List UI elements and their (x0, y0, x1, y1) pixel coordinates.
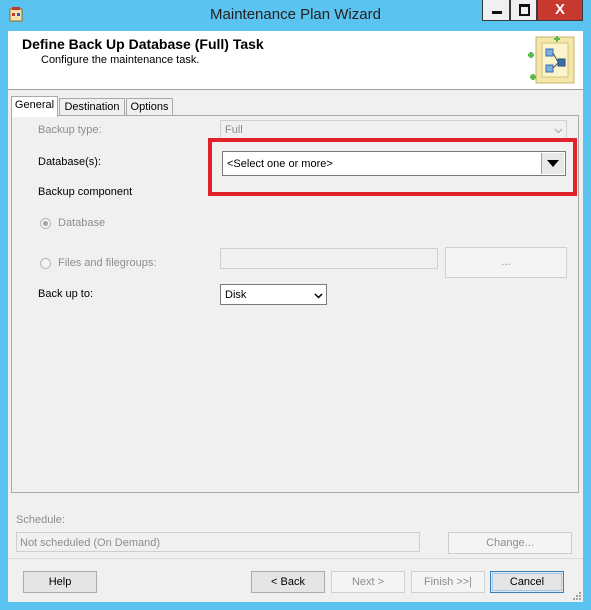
chevron-down-icon (554, 128, 563, 134)
files-filegroups-label: Files and filegroups: (58, 257, 157, 269)
resize-grip-icon[interactable] (571, 590, 581, 600)
backup-type-dropdown[interactable]: Full (220, 120, 567, 140)
maximize-icon (519, 4, 530, 16)
cancel-button[interactable]: Cancel (490, 571, 564, 593)
minimize-button[interactable] (482, 0, 510, 21)
wizard-illustration-icon (528, 36, 575, 84)
backup-to-dropdown[interactable]: Disk (220, 284, 327, 305)
title-bar[interactable]: Maintenance Plan Wizard X (0, 0, 591, 28)
tab-options[interactable]: Options (126, 98, 173, 115)
database-radio-label: Database (58, 217, 106, 229)
change-schedule-button[interactable]: Change... (448, 532, 572, 554)
chevron-down-icon (314, 293, 323, 299)
close-icon: X (554, 1, 565, 18)
tab-general[interactable]: General (11, 96, 58, 117)
databases-label: Database(s): (38, 156, 101, 168)
dialog-client: Define Back Up Database (Full) Task Conf… (8, 31, 583, 602)
backup-type-label: Backup type: (38, 124, 102, 136)
backup-component-label: Backup component (38, 186, 133, 198)
page-title: Define Back Up Database (Full) Task (22, 36, 264, 52)
backup-to-value: Disk (225, 289, 247, 301)
help-button[interactable]: Help (23, 571, 97, 593)
wizard-header: Define Back Up Database (Full) Task Conf… (8, 31, 583, 90)
database-radio[interactable] (40, 218, 51, 229)
radio-selected-dot (43, 221, 48, 226)
schedule-label: Schedule: (16, 514, 65, 526)
schedule-value: Not scheduled (On Demand) (20, 537, 161, 549)
back-button[interactable]: < Back (251, 571, 325, 593)
backup-type-value: Full (225, 124, 243, 136)
tab-destination[interactable]: Destination (59, 98, 125, 115)
page-subtitle: Configure the maintenance task. (41, 54, 200, 66)
wizard-window: Maintenance Plan Wizard X Define Back Up… (0, 0, 591, 610)
files-browse-button[interactable]: ... (445, 247, 567, 278)
files-filegroups-field[interactable] (220, 248, 438, 269)
highlight-box (208, 138, 577, 196)
finish-button[interactable]: Finish >>| (411, 571, 485, 593)
footer-divider (8, 558, 583, 559)
close-button[interactable]: X (537, 0, 583, 21)
schedule-field: Not scheduled (On Demand) (16, 532, 420, 552)
next-button[interactable]: Next > (331, 571, 405, 593)
backup-to-label: Back up to: (38, 288, 94, 300)
minimize-icon (492, 11, 502, 14)
maximize-button[interactable] (510, 0, 537, 21)
files-filegroups-radio[interactable] (40, 258, 51, 269)
